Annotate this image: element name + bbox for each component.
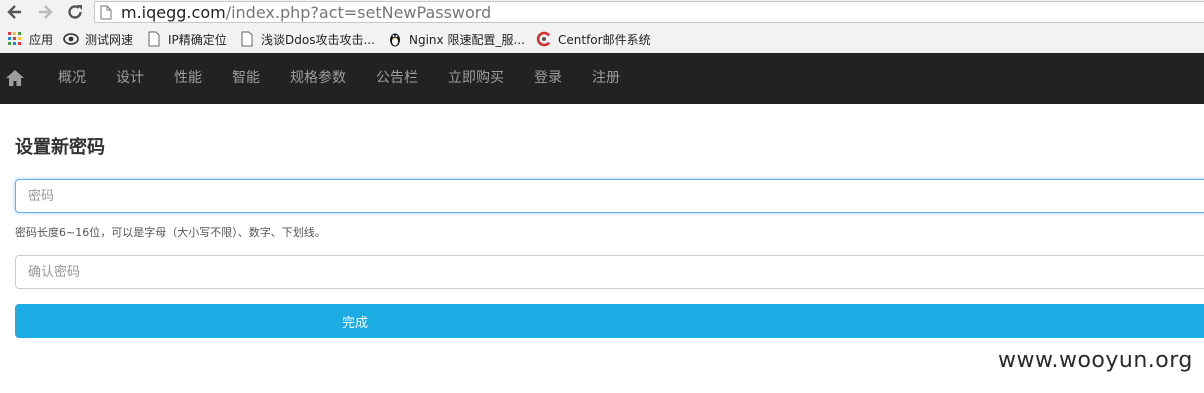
page-icon bbox=[100, 5, 112, 24]
watermark: www.wooyun.org bbox=[998, 348, 1193, 373]
nav-buy-now[interactable]: 立即购买 bbox=[448, 53, 504, 104]
password-help-text: 密码长度6~16位，可以是字母（大小写不限）、数字、下划线。 bbox=[15, 226, 326, 239]
submit-button[interactable]: 完成 bbox=[15, 304, 1204, 338]
bookmark-nginx[interactable]: Nginx 限速配置_服... bbox=[387, 29, 525, 49]
reload-icon bbox=[68, 5, 82, 19]
browser-toolbar: m.iqegg.com/index.php?act=setNewPassword bbox=[0, 0, 1204, 24]
page-title: 设置新密码 bbox=[15, 137, 105, 158]
reload-button[interactable] bbox=[65, 2, 85, 22]
password-input[interactable] bbox=[15, 179, 1204, 213]
arrow-left-icon bbox=[7, 5, 21, 19]
nav-design[interactable]: 设计 bbox=[116, 53, 144, 104]
site-navbar: 概况 设计 性能 智能 规格参数 公告栏 立即购买 登录 注册 bbox=[0, 53, 1204, 104]
page-icon bbox=[146, 31, 162, 47]
arrow-right-icon bbox=[39, 5, 53, 19]
home-button[interactable] bbox=[5, 69, 25, 87]
home-icon bbox=[6, 70, 24, 86]
bookmark-centfor[interactable]: Centfor邮件系统 bbox=[536, 29, 651, 49]
bookmark-ddos[interactable]: 浅谈Ddos攻击攻击... bbox=[239, 29, 375, 49]
bookmark-ip-location[interactable]: IP精确定位 bbox=[146, 29, 227, 49]
bookmarks-bar: 应用 测试网速 IP精确定位 浅谈Ddos攻击攻击... Nginx 限速配置_… bbox=[0, 25, 1204, 52]
nav-performance[interactable]: 性能 bbox=[174, 53, 202, 104]
nav-register[interactable]: 注册 bbox=[592, 53, 620, 104]
nav-smart[interactable]: 智能 bbox=[232, 53, 260, 104]
address-bar[interactable]: m.iqegg.com/index.php?act=setNewPassword bbox=[94, 1, 1204, 23]
nav-notice-board[interactable]: 公告栏 bbox=[376, 53, 418, 104]
forward-button[interactable] bbox=[35, 2, 55, 22]
url-text: m.iqegg.com/index.php?act=setNewPassword bbox=[121, 3, 492, 22]
nav-login[interactable]: 登录 bbox=[534, 53, 562, 104]
centfor-logo-icon bbox=[536, 31, 552, 47]
penguin-icon bbox=[387, 31, 403, 47]
nav-specs[interactable]: 规格参数 bbox=[290, 53, 346, 104]
bookmark-apps[interactable]: 应用 bbox=[7, 29, 53, 49]
apps-grid-icon bbox=[7, 31, 23, 47]
bookmark-speed-test[interactable]: 测试网速 bbox=[63, 29, 133, 49]
confirm-password-input[interactable] bbox=[15, 255, 1204, 289]
browser-chrome: m.iqegg.com/index.php?act=setNewPassword… bbox=[0, 0, 1204, 53]
page-icon bbox=[239, 31, 255, 47]
nav-overview[interactable]: 概况 bbox=[58, 53, 86, 104]
back-button[interactable] bbox=[5, 2, 25, 22]
eye-icon bbox=[63, 31, 79, 47]
